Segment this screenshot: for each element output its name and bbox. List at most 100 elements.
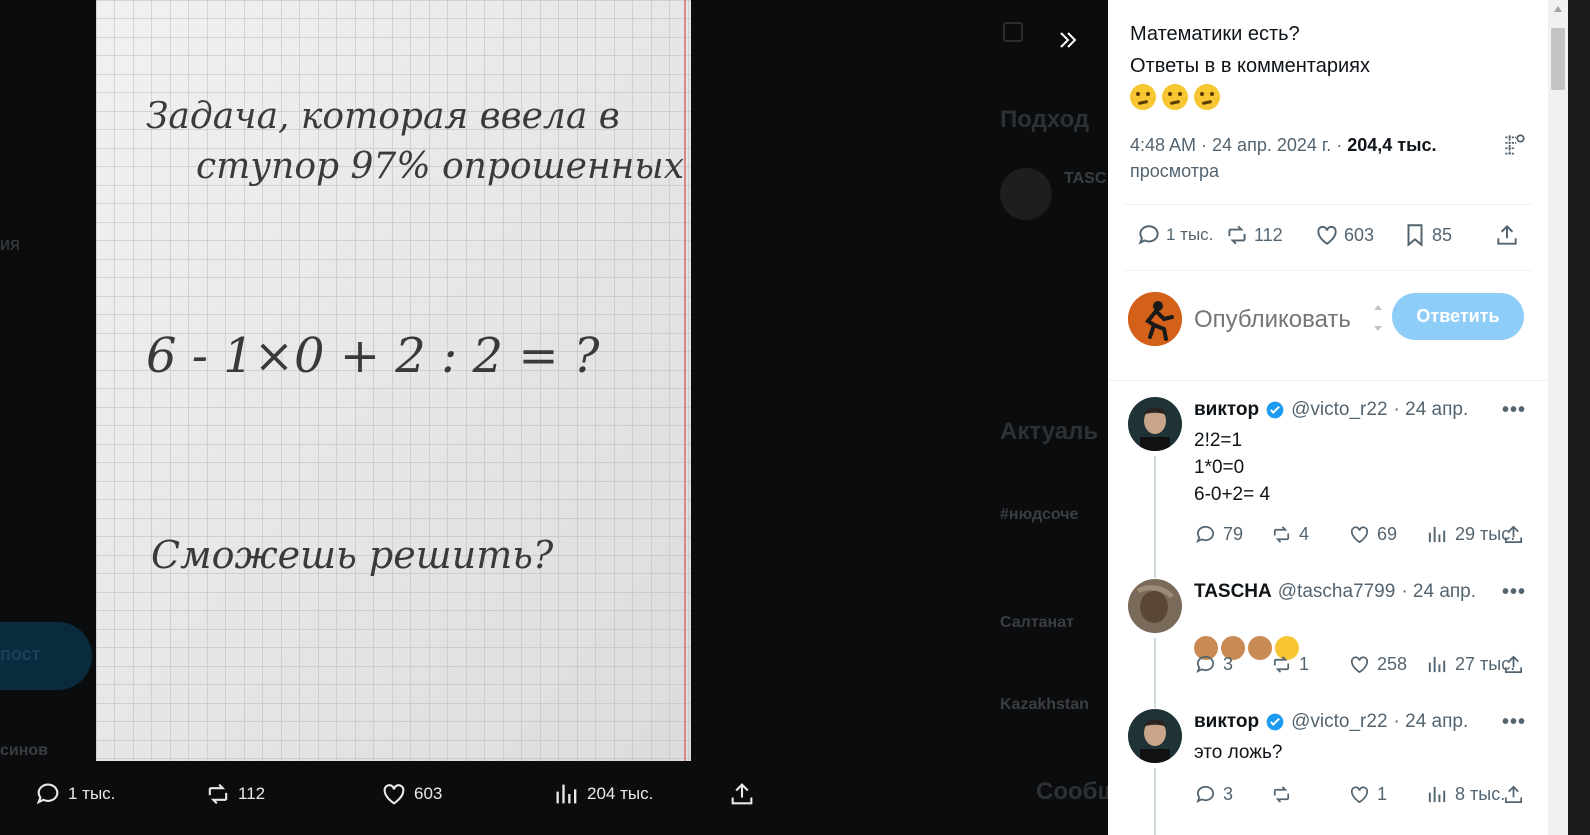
reply-submit-button[interactable]: Ответить (1392, 293, 1524, 340)
comment-like-button[interactable]: 69 (1348, 523, 1397, 546)
comment-reply-button[interactable]: 79 (1194, 523, 1243, 546)
media-reply-button[interactable]: 1 тыс. (34, 780, 115, 808)
comment-author-name[interactable]: виктор (1194, 399, 1259, 421)
comment[interactable]: виктор @victo_r22 · 24 апр. ••• это ложь… (1128, 709, 1532, 835)
reply-input[interactable] (1194, 300, 1354, 340)
reply-button[interactable]: 1 тыс. (1136, 222, 1213, 248)
scrollbar-thumb[interactable] (1551, 28, 1565, 90)
comment-like-button[interactable]: 1 (1348, 783, 1387, 806)
photo-line3: Сможешь решить? (151, 533, 554, 577)
comment-header: TASCHA @tascha7799 · 24 апр. (1194, 581, 1476, 603)
heart-icon (1350, 786, 1369, 804)
tweet-meta: 4:48 AM · 24 апр. 2024 г. · 204,4 тыс. п… (1130, 132, 1490, 184)
thinking-face-emoji-icon (1130, 84, 1156, 110)
spinner-arrows-icon[interactable] (1372, 300, 1384, 336)
share-button[interactable] (1494, 222, 1520, 248)
comment-reply-count: 3 (1223, 784, 1234, 804)
repost-icon (1273, 786, 1290, 803)
verified-badge-icon (1266, 401, 1284, 419)
comment-views-count: 8 тыс. (1455, 784, 1506, 804)
bg-fragment: Kazakhstan (1000, 696, 1089, 713)
user-photo-avatar (1128, 397, 1182, 451)
comment-repost-button[interactable] (1270, 783, 1299, 806)
comment-author-name[interactable]: TASCHA (1194, 581, 1272, 603)
media-share-button[interactable] (728, 780, 756, 808)
repost-button[interactable]: 112 (1224, 222, 1283, 248)
comment-date[interactable]: · 24 апр. (1394, 711, 1469, 733)
bg-icon (1003, 22, 1023, 42)
bg-fragment: Салтанат (1000, 614, 1074, 631)
comment-handle[interactable]: @victo_r22 (1291, 399, 1387, 421)
tweet-timestamp[interactable]: 4:48 AM · 24 апр. 2024 г. · (1130, 135, 1347, 155)
media-repost-count: 112 (238, 784, 266, 803)
comment-date[interactable]: · 24 апр. (1401, 581, 1476, 603)
comment-actions: 3 1 8 тыс. (1194, 783, 1532, 811)
comment-repost-count: 1 (1299, 654, 1310, 674)
comment[interactable]: виктор @victo_r22 · 24 апр. ••• 2!2=1 1*… (1128, 397, 1532, 557)
comment-text: это ложь? (1194, 742, 1283, 763)
like-button[interactable]: 603 (1314, 222, 1374, 248)
comment-reply-button[interactable]: 3 (1194, 653, 1233, 676)
share-icon (1504, 785, 1523, 804)
analytics-icon[interactable] (1501, 132, 1527, 158)
comment-text: 2!2=1 1*0=0 6-0+2= 4 (1194, 430, 1271, 505)
avatar[interactable] (1128, 709, 1182, 763)
comment[interactable]: TASCHA @tascha7799 · 24 апр. ••• 3 1 258 (1128, 579, 1532, 689)
tweet-text: Математики есть? Ответы в в комментариях (1130, 18, 1370, 110)
avatar[interactable] (1128, 397, 1182, 451)
reply-icon (1196, 525, 1215, 543)
comment-like-button[interactable]: 258 (1348, 653, 1407, 676)
bookmark-button[interactable]: 85 (1402, 222, 1452, 248)
share-icon (1497, 224, 1517, 245)
views-chart-icon (556, 784, 577, 804)
comment-views-button[interactable]: 8 тыс. (1426, 783, 1505, 806)
media-reply-count: 1 тыс. (68, 784, 116, 803)
comment-author-name[interactable]: виктор (1194, 711, 1259, 733)
more-options-icon[interactable]: ••• (1502, 399, 1526, 422)
comment-repost-button[interactable]: 1 (1270, 653, 1309, 676)
tweet-text-line: Ответы в в комментариях (1130, 55, 1370, 77)
share-icon (1504, 525, 1523, 544)
media-views-button[interactable]: 204 тыс. (553, 780, 653, 808)
comment-share-button[interactable] (1502, 653, 1525, 676)
tweet-emojis (1130, 84, 1370, 110)
heart-icon (383, 784, 405, 805)
expand-panel-button[interactable] (1044, 16, 1092, 64)
reply-count: 1 тыс. (1166, 225, 1214, 244)
comment-share-button[interactable] (1502, 523, 1525, 546)
bg-fragment: Сообщ (1036, 778, 1108, 805)
more-options-icon[interactable]: ••• (1502, 711, 1526, 734)
divider (1124, 204, 1532, 205)
media-like-button[interactable]: 603 (380, 780, 442, 808)
divider (1124, 270, 1532, 271)
comment-repost-button[interactable]: 4 (1270, 523, 1309, 546)
comment-share-button[interactable] (1502, 783, 1525, 806)
runner-silhouette-icon (1128, 292, 1182, 346)
comment-date[interactable]: · 24 апр. (1394, 399, 1469, 421)
comment-handle[interactable]: @victo_r22 (1291, 711, 1387, 733)
heart-icon (1317, 225, 1337, 245)
scrollbar[interactable] (1548, 0, 1568, 835)
avatar[interactable] (1128, 579, 1182, 633)
thinking-face-emoji-icon (1162, 84, 1188, 110)
bg-fragment: ия (0, 234, 20, 254)
comment-header: виктор @victo_r22 · 24 апр. (1194, 711, 1468, 733)
reply-icon (1196, 655, 1215, 673)
scroll-up-arrow-icon[interactable] (1554, 6, 1562, 12)
comment-like-count: 258 (1377, 654, 1408, 674)
my-avatar[interactable] (1128, 292, 1182, 346)
bg-fragment: #нюдсоче (1000, 506, 1079, 523)
heart-icon (1350, 656, 1369, 674)
more-options-icon[interactable]: ••• (1502, 581, 1526, 604)
media-repost-button[interactable]: 112 (204, 780, 265, 808)
tweet-photo[interactable]: Задача, которая ввела в ступор 97% опрош… (96, 0, 691, 761)
comment-handle[interactable]: @tascha7799 (1278, 581, 1396, 603)
heart-icon (1350, 526, 1369, 544)
divider (1108, 380, 1548, 381)
repost-icon (208, 783, 228, 805)
tweet-views-label: просмотра (1130, 161, 1220, 181)
bg-post-button: пост (0, 622, 92, 690)
comment-reply-button[interactable]: 3 (1194, 783, 1233, 806)
reply-composer: Ответить (1128, 292, 1528, 348)
media-like-count: 603 (414, 784, 443, 803)
